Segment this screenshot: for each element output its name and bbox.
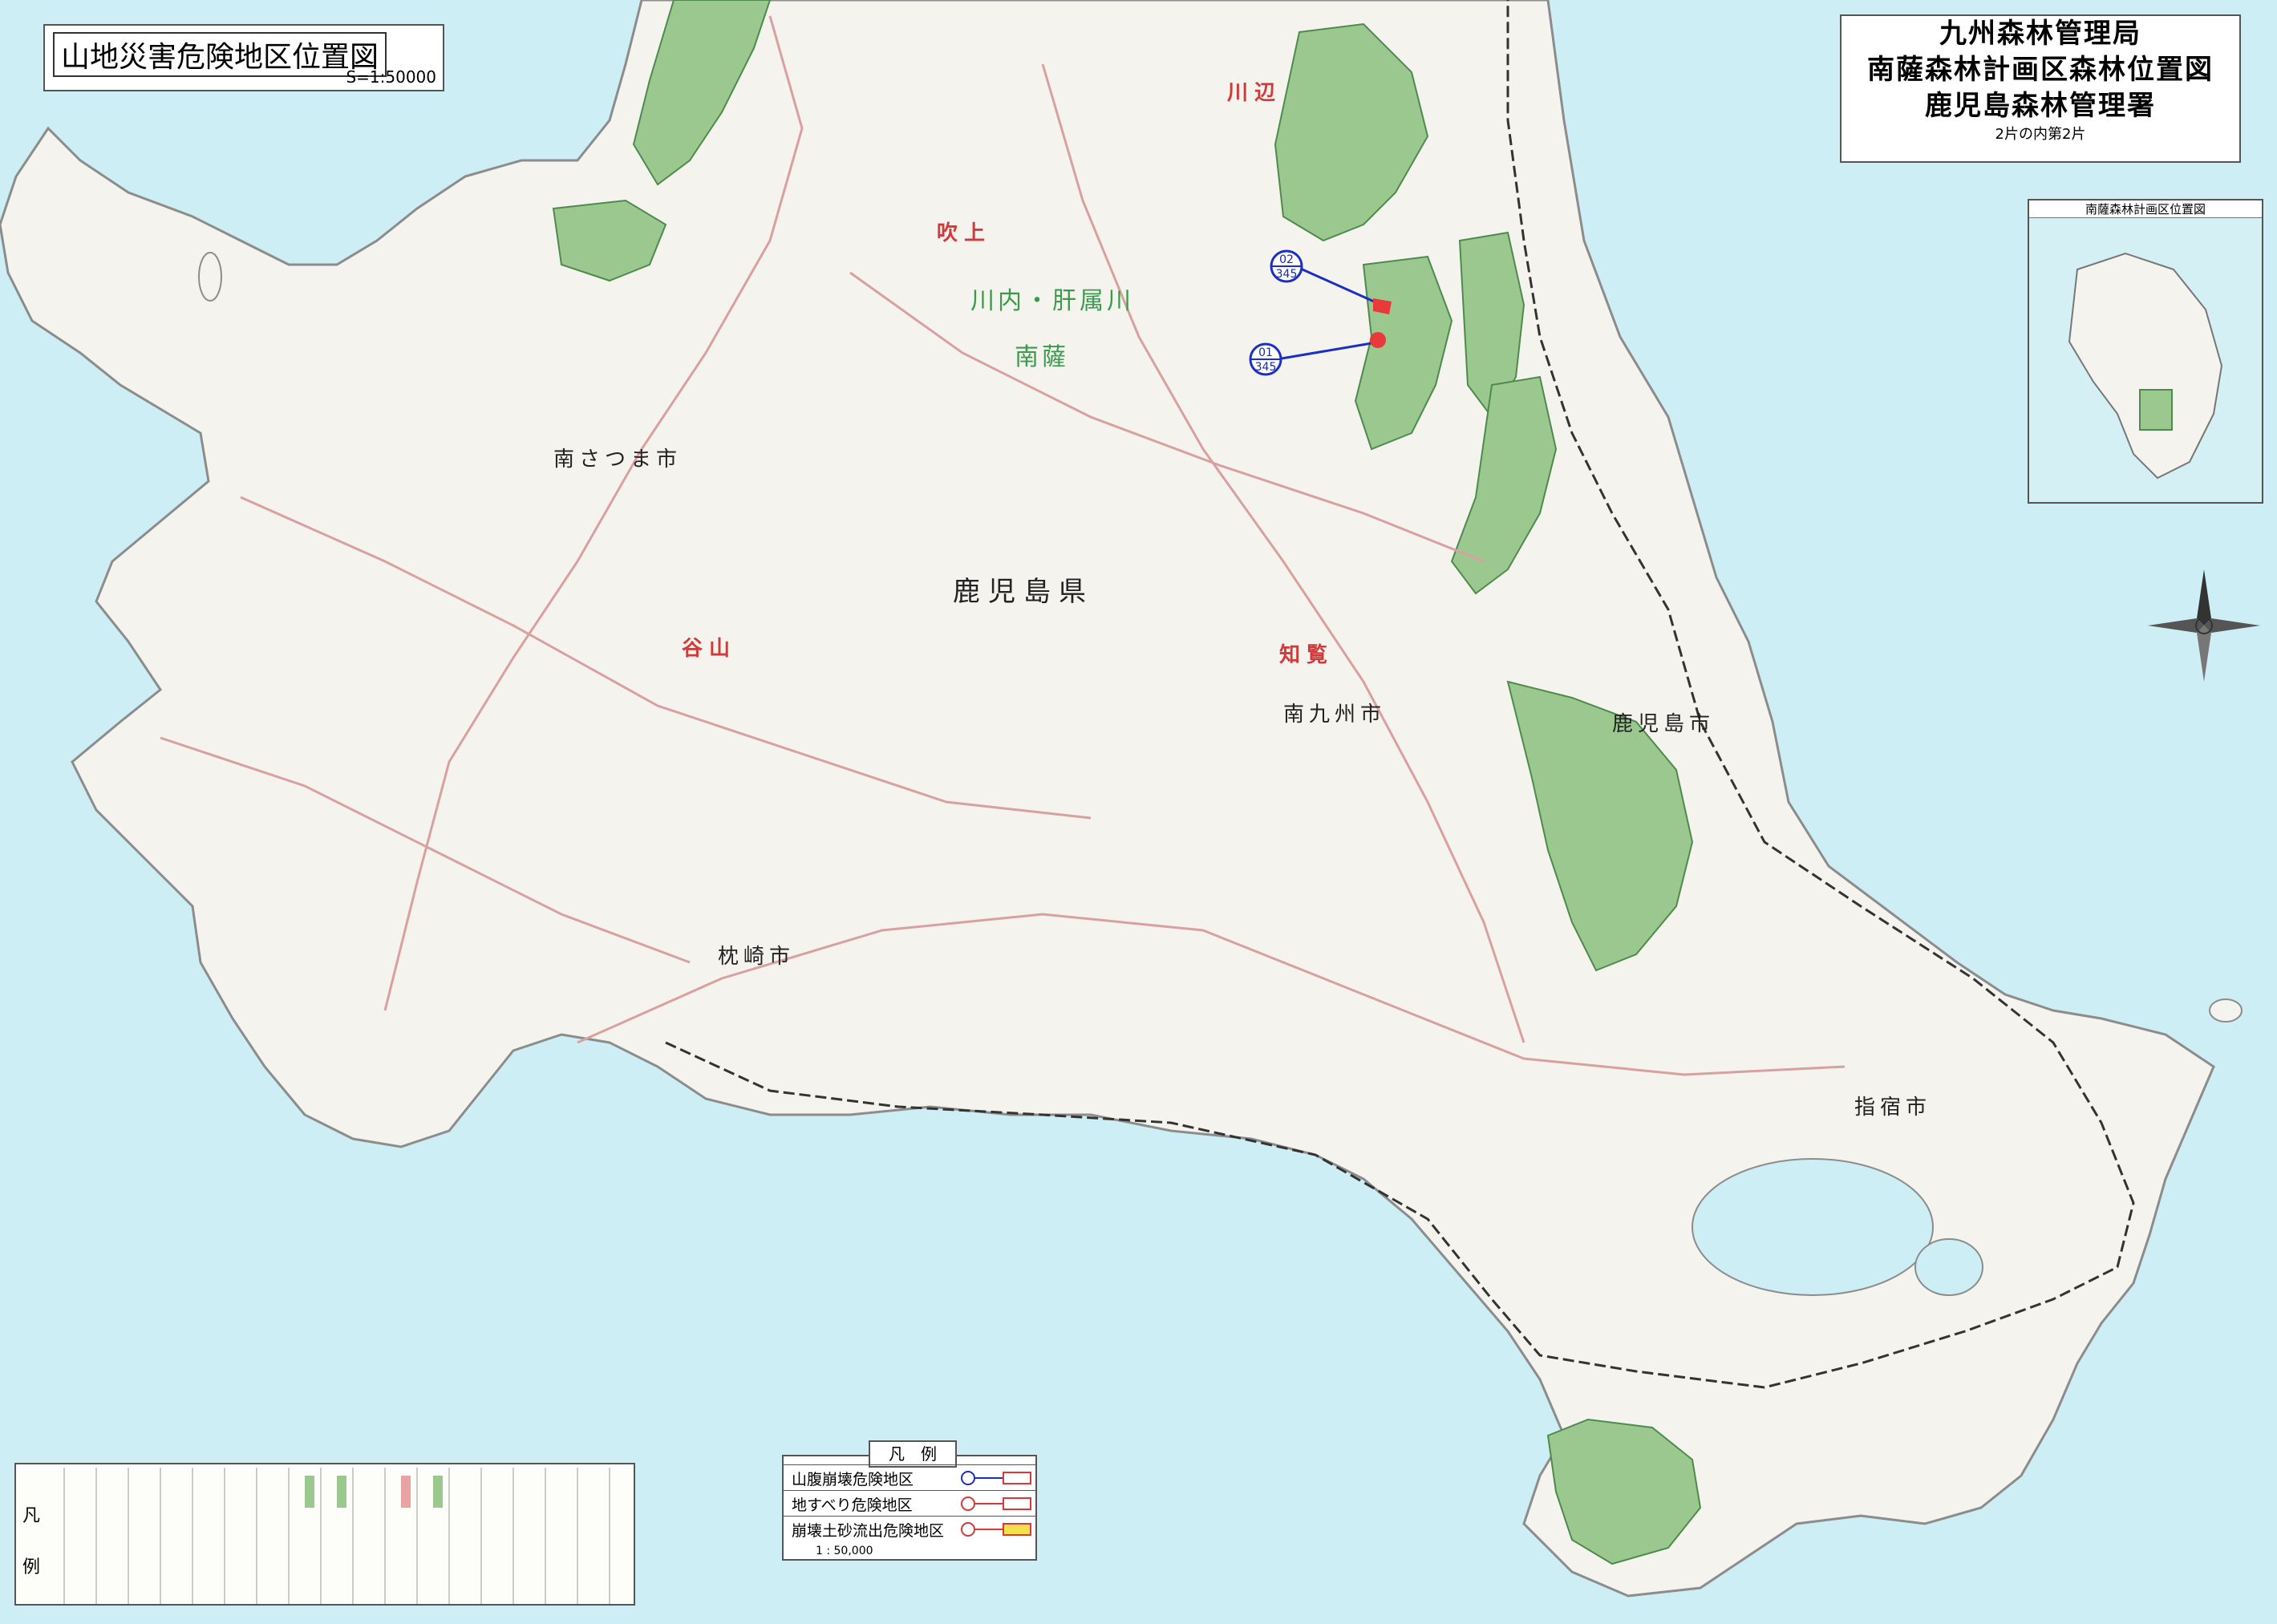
- hazard-legend-symbol: [961, 1496, 1031, 1511]
- map-canvas: 02 345 01 345: [0, 0, 2277, 1624]
- district-label: 谷山: [682, 637, 737, 661]
- map-legend-symbols: [63, 1468, 610, 1604]
- map-title: 山地災害危険地区位置図: [53, 32, 387, 77]
- district-label: 川辺: [1227, 81, 1282, 105]
- hazard-legend-label: 崩壊土砂流出危険地区: [792, 1522, 945, 1540]
- sheet-number: 2片の内第2片: [1995, 126, 2086, 143]
- hazard-marker-02-top: 02: [1279, 253, 1294, 266]
- city-label: 指宿市: [1854, 1095, 1932, 1120]
- planning-area-label: 南薩: [1015, 343, 1069, 371]
- office-line-1: 九州森林管理局: [1939, 18, 2141, 50]
- map-title-box: 山地災害危険地区位置図 S=1:50000: [43, 24, 444, 91]
- planning-area-label: 川内・肝属川: [970, 287, 1134, 315]
- office-line-3: 鹿児島森林管理署: [1925, 90, 2156, 122]
- hazard-legend-symbol: [961, 1522, 1031, 1537]
- hazard-legend-row: 山腹崩壊危険地区: [784, 1464, 1035, 1491]
- city-label: 南九州市: [1283, 703, 1387, 727]
- hazard-legend-symbol: [961, 1471, 1031, 1485]
- lake: [1692, 1158, 1934, 1296]
- city-label: 鹿児島市: [1612, 712, 1716, 736]
- office-line-2: 南薩森林計画区森林位置図: [1867, 54, 2214, 86]
- district-label: 知覧: [1279, 643, 1335, 667]
- city-label: 南さつま市: [553, 448, 683, 472]
- map-legend-heading-top: 凡: [22, 1506, 41, 1526]
- hazard-legend-label: 地すべり危険地区: [792, 1496, 913, 1514]
- island: [198, 252, 222, 302]
- map-scale: S=1:50000: [346, 67, 436, 87]
- map-legend-heading-bottom: 例: [22, 1557, 41, 1577]
- hazard-marker-01-top: 01: [1258, 346, 1273, 359]
- hazard-marker-01-bottom: 345: [1255, 361, 1277, 374]
- office-title-block: 九州森林管理局 南薩森林計画区森林位置図 鹿児島森林管理署 2片の内第2片: [1840, 14, 2241, 163]
- prefecture-label: 鹿児島県: [953, 576, 1094, 608]
- inset-title: 南薩森林計画区位置図: [2029, 200, 2262, 218]
- hazard-marker-02-bottom: 345: [1276, 268, 1298, 281]
- district-label: 吹上: [937, 221, 992, 245]
- island: [2209, 998, 2243, 1023]
- city-label: 枕崎市: [718, 945, 796, 969]
- lake-small: [1914, 1238, 1983, 1296]
- hazard-legend-scale: 1 : 50,000: [816, 1545, 873, 1557]
- inset-map-drawing: [2068, 252, 2223, 480]
- hazard-legend-label: 山腹崩壊危険地区: [792, 1471, 914, 1488]
- hazard-legend-row: 崩壊土砂流出危険地区: [784, 1516, 1035, 1542]
- map-legend: 凡 例: [14, 1463, 635, 1606]
- hazard-legend: 凡 例 山腹崩壊危険地区 地すべり危険地区 崩壊土砂流出危険地区 1 : 50,…: [782, 1440, 1037, 1561]
- inset-location-map: 南薩森林計画区位置図: [2028, 199, 2263, 504]
- hazard-legend-row: 地すべり危険地区: [784, 1490, 1035, 1517]
- hazard-legend-heading: 凡 例: [869, 1440, 957, 1468]
